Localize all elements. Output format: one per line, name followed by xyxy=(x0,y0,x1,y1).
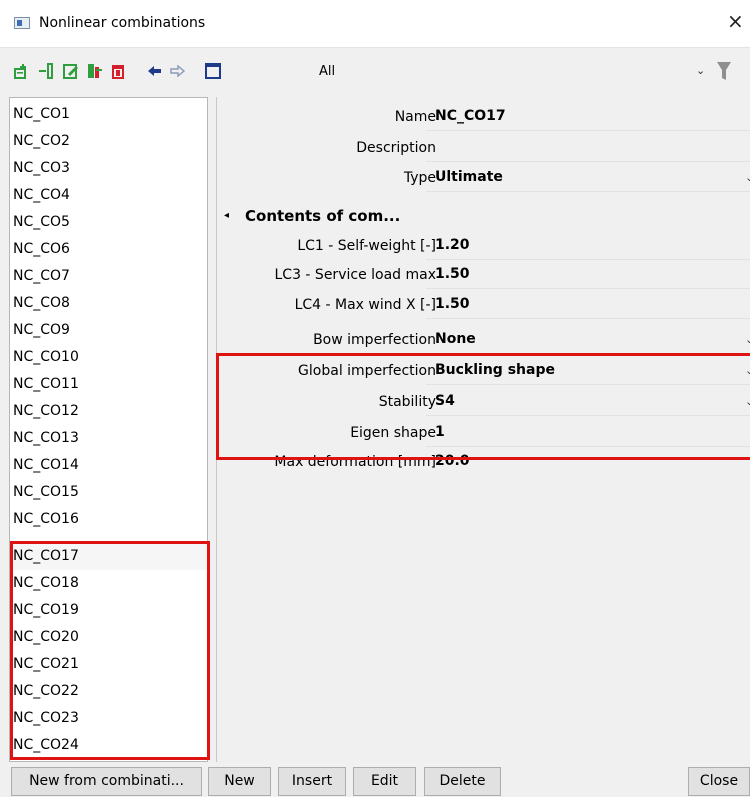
chevron-down-icon[interactable]: ⌄ xyxy=(745,395,750,408)
combinations-list[interactable]: NC_CO1 NC_CO2 NC_CO3 NC_CO4 NC_CO5 NC_CO… xyxy=(9,97,208,762)
chevron-down-icon[interactable]: ⌄ xyxy=(745,171,750,184)
property-eigen-shape[interactable]: Eigen shape 1 xyxy=(217,418,750,447)
list-item[interactable]: NC_CO24 xyxy=(10,732,207,759)
property-lc1[interactable]: LC1 - Self-weight [-] 1.20 xyxy=(217,231,750,260)
close-window-icon[interactable]: × xyxy=(727,9,744,33)
edit-button[interactable]: Edit xyxy=(353,767,416,796)
list-item[interactable]: NC_CO12 xyxy=(10,398,207,425)
list-item[interactable]: NC_CO16 xyxy=(10,506,207,533)
property-value[interactable]: 20.0 xyxy=(435,453,470,469)
list-item[interactable]: NC_CO9 xyxy=(10,317,207,344)
list-item[interactable]: NC_CO14 xyxy=(10,452,207,479)
filter-select-value[interactable]: All xyxy=(319,64,335,79)
chevron-down-icon[interactable]: ⌄ xyxy=(745,364,750,377)
new-button[interactable]: New xyxy=(208,767,271,796)
property-label: Type xyxy=(403,170,436,186)
property-name[interactable]: Name NC_CO17 xyxy=(217,102,750,131)
property-value[interactable]: 1 xyxy=(435,424,445,440)
properties-panel: Name NC_CO17 Description Type Ultimate ⌄… xyxy=(216,97,750,762)
property-description[interactable]: Description xyxy=(217,133,750,162)
property-value[interactable]: 1.20 xyxy=(435,237,470,253)
collapse-toggle-icon[interactable]: ◂ xyxy=(224,210,229,221)
list-item[interactable]: NC_CO5 xyxy=(10,209,207,236)
list-item[interactable]: NC_CO10 xyxy=(10,344,207,371)
list-item[interactable]: NC_CO22 xyxy=(10,678,207,705)
property-label: LC4 - Max wind X [-] xyxy=(294,297,436,313)
property-value[interactable]: 1.50 xyxy=(435,266,470,282)
app-window-icon xyxy=(14,17,30,29)
toolbar: All ⌄ xyxy=(0,48,750,94)
property-max-deformation[interactable]: Max deformation [mm] 20.0 xyxy=(217,447,750,476)
list-item[interactable]: NC_CO19 xyxy=(10,597,207,624)
list-item[interactable]: NC_CO1 xyxy=(10,101,207,128)
property-label: Eigen shape xyxy=(350,425,436,441)
delete-button[interactable]: Delete xyxy=(424,767,501,796)
property-label: Description xyxy=(356,140,436,156)
section-contents[interactable]: ◂ Contents of com... xyxy=(217,201,750,230)
property-label: Max deformation [mm] xyxy=(274,454,436,470)
undo-icon[interactable] xyxy=(146,63,162,79)
property-label: Bow imperfection xyxy=(313,332,436,348)
list-item[interactable]: NC_CO18 xyxy=(10,570,207,597)
property-value[interactable]: 1.50 xyxy=(435,296,470,312)
list-item[interactable]: NC_CO4 xyxy=(10,182,207,209)
filter-icon[interactable] xyxy=(717,61,731,81)
property-label: Stability xyxy=(378,394,436,410)
property-label: LC1 - Self-weight [-] xyxy=(297,238,436,254)
property-label: LC3 - Service load max xyxy=(274,267,437,283)
list-item[interactable]: NC_CO20 xyxy=(10,624,207,651)
property-value[interactable]: None xyxy=(435,331,476,347)
window-icon[interactable] xyxy=(205,63,221,79)
section-label: Contents of com... xyxy=(245,207,401,225)
property-lc4[interactable]: LC4 - Max wind X [-] 1.50 xyxy=(217,290,750,319)
list-item[interactable]: NC_CO2 xyxy=(10,128,207,155)
insert-button[interactable]: Insert xyxy=(278,767,346,796)
list-item[interactable]: NC_CO11 xyxy=(10,371,207,398)
property-label: Name xyxy=(394,109,436,125)
list-item[interactable]: NC_CO6 xyxy=(10,236,207,263)
property-value[interactable]: S4 xyxy=(435,393,455,409)
insert-icon[interactable] xyxy=(38,63,54,79)
property-lc3[interactable]: LC3 - Service load max 1.50 xyxy=(217,260,750,289)
property-value[interactable]: Ultimate xyxy=(435,169,503,185)
list-item[interactable]: NC_CO23 xyxy=(10,705,207,732)
list-item[interactable]: NC_CO15 xyxy=(10,479,207,506)
close-button[interactable]: Close xyxy=(688,767,750,796)
property-type[interactable]: Type Ultimate ⌄ xyxy=(217,163,750,192)
property-value[interactable]: Buckling shape xyxy=(435,362,555,378)
property-bow-imperfection[interactable]: Bow imperfection None ⌄ xyxy=(217,325,750,354)
redo-icon[interactable] xyxy=(170,63,186,79)
list-item[interactable]: NC_CO21 xyxy=(10,651,207,678)
chevron-down-icon[interactable]: ⌄ xyxy=(745,333,750,346)
window-titlebar: Nonlinear combinations × xyxy=(0,0,750,48)
list-item-selected[interactable]: NC_CO17 xyxy=(10,543,207,570)
chevron-down-icon[interactable]: ⌄ xyxy=(696,64,705,77)
add-combination-icon[interactable] xyxy=(14,63,30,79)
property-stability[interactable]: Stability S4 ⌄ xyxy=(217,387,750,416)
property-value[interactable]: NC_CO17 xyxy=(435,108,506,124)
edit-icon[interactable] xyxy=(63,63,79,79)
new-from-combination-button[interactable]: New from combinati... xyxy=(11,767,202,796)
button-bar: New from combinati... New Insert Edit De… xyxy=(0,762,750,797)
list-item[interactable]: NC_CO13 xyxy=(10,425,207,452)
delete-icon[interactable] xyxy=(110,63,126,79)
property-global-imperfection[interactable]: Global imperfection Buckling shape ⌄ xyxy=(217,356,750,385)
property-label: Global imperfection xyxy=(298,363,436,379)
window-title: Nonlinear combinations xyxy=(39,15,206,31)
list-item[interactable]: NC_CO3 xyxy=(10,155,207,182)
list-item[interactable]: NC_CO8 xyxy=(10,290,207,317)
list-item[interactable]: NC_CO7 xyxy=(10,263,207,290)
copy-icon[interactable] xyxy=(87,63,103,79)
